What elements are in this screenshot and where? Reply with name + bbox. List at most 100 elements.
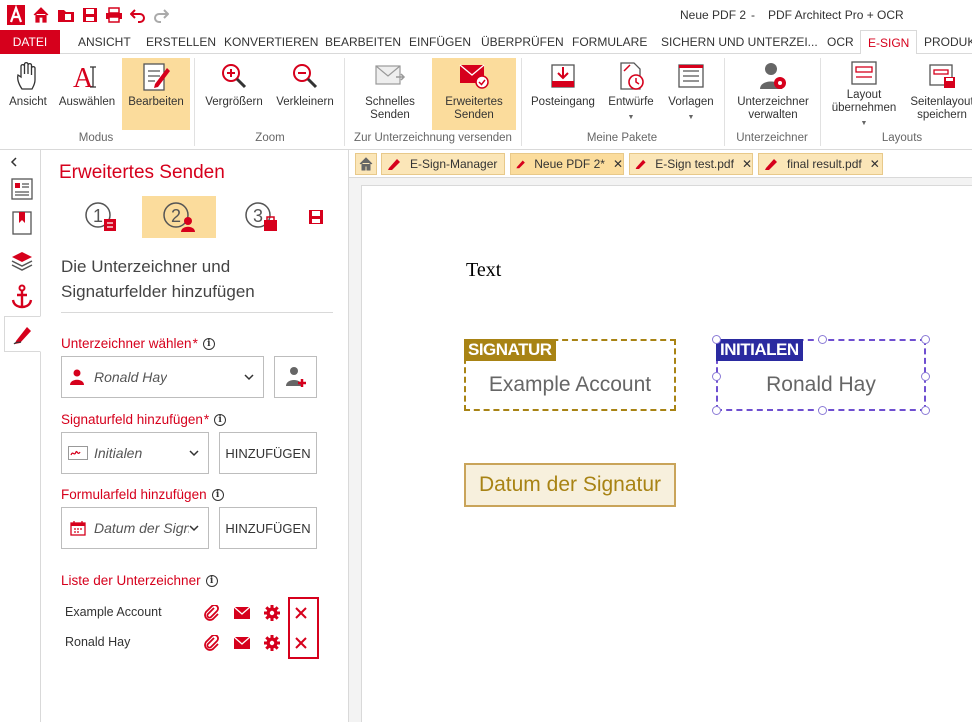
home-tab[interactable]	[355, 153, 377, 175]
resize-handle[interactable]	[921, 372, 930, 381]
tab-einfuegen[interactable]: EINFÜGEN	[402, 30, 478, 54]
unterzeichner-verwalten-button[interactable]: Unterzeichner verwalten	[730, 58, 816, 130]
email-icon[interactable]	[232, 633, 252, 653]
resize-handle[interactable]	[921, 335, 930, 344]
group-separator	[820, 58, 821, 146]
manage-signers-icon	[756, 58, 790, 94]
close-tab-icon[interactable]: ✕	[870, 157, 880, 171]
auswaehlen-button[interactable]: A Auswählen	[56, 58, 118, 130]
pen-icon	[516, 160, 525, 169]
step-1[interactable]: 1	[79, 196, 123, 238]
tab-ocr[interactable]: OCR	[820, 30, 861, 54]
date-field[interactable]: Datum der Signatur	[464, 463, 676, 507]
signer-list-label-text: Liste der Unterzeichner	[61, 573, 201, 588]
seitenlayout-speichern-button[interactable]: Seitenlayout speichern	[906, 58, 972, 130]
doc-tab-esign-test[interactable]: E-Sign test.pdf ✕	[629, 153, 753, 175]
resize-handle[interactable]	[712, 335, 721, 344]
verkleinern-button[interactable]: Verkleinern	[270, 58, 340, 130]
ansicht-button[interactable]: Ansicht	[4, 58, 52, 130]
resize-handle[interactable]	[818, 406, 827, 415]
tab-bearbeiten[interactable]: BEARBEITEN	[318, 30, 408, 54]
formfield-label-text: Formularfeld hinzufügen	[61, 487, 207, 502]
gear-icon[interactable]	[262, 603, 282, 623]
tab-erstellen[interactable]: ERSTELLEN	[139, 30, 223, 54]
bearbeiten-button[interactable]: Bearbeiten	[122, 58, 190, 130]
print-icon[interactable]	[104, 5, 124, 25]
open-folder-icon[interactable]	[56, 5, 76, 25]
window-doc-name: Neue PDF 2	[680, 8, 747, 22]
layout-uebernehmen-button[interactable]: Layout übernehmen ▼	[826, 58, 902, 130]
entwuerfe-button[interactable]: Entwürfe ▼	[603, 58, 659, 130]
close-tab-icon[interactable]: ✕	[613, 157, 623, 171]
doc-tab-final-result[interactable]: final result.pdf ✕	[758, 153, 883, 175]
add-formfield-button[interactable]: HINZUFÜGEN	[219, 507, 317, 549]
attachment-icon[interactable]	[202, 633, 222, 653]
info-icon[interactable]: i	[211, 488, 224, 501]
layers-icon[interactable]	[8, 248, 36, 274]
entwuerfe-dropdown-icon: ▼	[627, 114, 635, 121]
posteingang-button[interactable]: Posteingang	[527, 58, 599, 130]
redo-icon[interactable]	[151, 5, 171, 25]
signer-list-item: Example Account	[65, 599, 325, 627]
signer-select[interactable]: Ronald Hay	[61, 356, 264, 398]
doc-tab-label: Neue PDF 2*	[534, 157, 605, 171]
ribbon: Ansicht A Auswählen Bearbeiten Modus Ver…	[0, 54, 972, 150]
e-sign-panel-icon[interactable]	[4, 316, 41, 352]
tab-e-sign[interactable]: E-SIGN	[860, 30, 918, 55]
add-sigfield-button[interactable]: HINZUFÜGEN	[219, 432, 317, 474]
select-text-icon: A	[70, 58, 104, 94]
save-icon[interactable]	[80, 5, 100, 25]
formfield-select[interactable]: Datum der Signatur	[61, 507, 209, 549]
app-logo-icon[interactable]	[6, 5, 26, 25]
attachment-icon[interactable]	[202, 603, 222, 623]
gear-icon[interactable]	[262, 633, 282, 653]
erweitertes-senden-label-2: Senden	[454, 109, 494, 121]
tab-sichern[interactable]: SICHERN UND UNTERZEI...	[654, 30, 825, 54]
sigfield-select[interactable]: Initialen	[61, 432, 209, 474]
step-2[interactable]: 2	[142, 196, 216, 238]
info-icon[interactable]: i	[205, 574, 218, 587]
vergroessern-button[interactable]: Vergrößern	[200, 58, 268, 130]
document-text: Text	[466, 259, 502, 281]
collapse-panel-icon[interactable]	[4, 154, 24, 170]
divider	[61, 312, 333, 313]
tab-divider	[349, 177, 972, 178]
group-label-layouts: Layouts	[881, 132, 923, 144]
resize-handle[interactable]	[818, 335, 827, 344]
bookmarks-icon[interactable]	[8, 210, 36, 236]
initials-field-icon	[68, 446, 88, 460]
undo-icon[interactable]	[128, 5, 148, 25]
resize-handle[interactable]	[921, 406, 930, 415]
signature-field[interactable]: SIGNATUR Example Account	[464, 339, 676, 411]
email-icon[interactable]	[232, 603, 252, 623]
vorlagen-button[interactable]: Vorlagen ▼	[662, 58, 720, 130]
panel-subtitle: Die Unterzeichner und Signaturfelder hin…	[61, 257, 255, 301]
tab-ueberpruefen[interactable]: ÜBERPRÜFEN	[474, 30, 571, 54]
step-3[interactable]: 3	[241, 196, 281, 238]
tab-datei[interactable]: DATEI	[0, 30, 60, 54]
save-step-icon[interactable]	[305, 196, 327, 238]
close-tab-icon[interactable]: ✕	[742, 157, 752, 171]
thumbnails-icon[interactable]	[8, 176, 36, 202]
auswaehlen-label: Auswählen	[58, 96, 116, 108]
tab-ansicht[interactable]: ANSICHT	[71, 30, 138, 54]
tab-formulare[interactable]: FORMULARE	[565, 30, 654, 54]
initials-field[interactable]: INITIALEN Ronald Hay	[712, 335, 930, 415]
info-icon[interactable]: i	[214, 413, 227, 426]
anchor-icon[interactable]	[8, 284, 36, 310]
add-signer-button[interactable]	[274, 356, 317, 398]
schnelles-senden-button[interactable]: Schnelles Senden	[352, 58, 428, 130]
resize-handle[interactable]	[712, 372, 721, 381]
group-label-zoom: Zoom	[255, 132, 285, 144]
erweitertes-senden-button[interactable]: Erweitertes Senden	[432, 58, 516, 130]
home-icon[interactable]	[31, 5, 51, 25]
doc-tab-neue-pdf-2[interactable]: Neue PDF 2* ✕	[510, 153, 624, 175]
chevron-down-icon	[189, 525, 199, 532]
tab-konvertieren[interactable]: KONVERTIEREN	[217, 30, 325, 54]
pdf-page[interactable]: Text SIGNATUR Example Account INITIALEN …	[361, 185, 972, 722]
signer-list-label: Liste der Unterzeichner i	[61, 573, 218, 588]
doc-tab-esign-manager[interactable]: E-Sign-Manager	[381, 153, 505, 175]
info-icon[interactable]: i	[202, 337, 215, 350]
tab-produkt[interactable]: PRODUKT	[917, 30, 972, 54]
resize-handle[interactable]	[712, 406, 721, 415]
